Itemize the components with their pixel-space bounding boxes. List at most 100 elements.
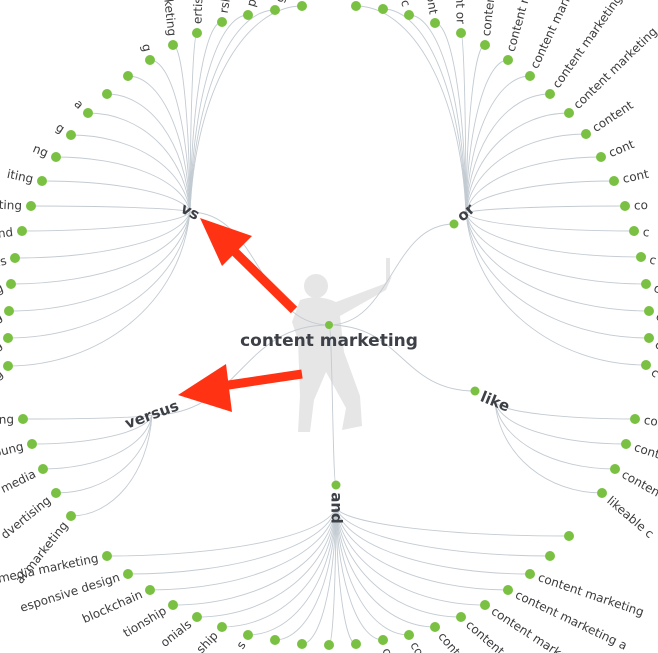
keyword-leaf-or[interactable]: c: [644, 306, 658, 325]
keyword-leaf-or[interactable]: co: [620, 198, 648, 213]
keyword-leaf-and[interactable]: [324, 640, 334, 650]
keyword-leaf-or[interactable]: content: [581, 98, 636, 139]
leaf-dot: [545, 551, 555, 561]
keyword-leaf-vs[interactable]: iting: [6, 167, 47, 186]
leaf-label: iting: [6, 167, 35, 186]
keyword-leaf-vs[interactable]: a: [71, 97, 93, 118]
leaf-dot: [430, 18, 440, 28]
leaf-label: ship: [194, 629, 221, 653]
keyword-leaf-vs[interactable]: s inbound: [0, 225, 27, 246]
leaf-label: cont: [422, 0, 440, 16]
keyword-leaf-or[interactable]: c: [644, 333, 658, 353]
keyword-leaf-or[interactable]: c: [636, 252, 658, 268]
leaf-dot: [4, 306, 14, 316]
branch-and[interactable]: and: [328, 480, 346, 524]
keyword-leaf-or[interactable]: content marke: [479, 0, 503, 50]
keyword-leaf-like[interactable]: cont: [621, 439, 658, 462]
keyword-leaf-vs[interactable]: g: [53, 120, 76, 140]
leaf-dot: [83, 108, 93, 118]
leaf-label: c: [652, 281, 658, 296]
leaf-link: [465, 156, 602, 214]
keyword-leaf-and[interactable]: co: [350, 639, 366, 653]
keyword-leaf-vs[interactable]: [297, 1, 307, 11]
keyword-leaf-vs[interactable]: [102, 89, 112, 99]
keyword-leaf-vs[interactable]: g: [270, 0, 288, 15]
leaf-dot: [641, 360, 651, 370]
leaf-label: cont: [621, 167, 650, 186]
keyword-leaf-vs[interactable]: ing: [0, 361, 13, 389]
keyword-leaf-vs[interactable]: marketing: [159, 0, 179, 50]
keyword-leaf-vs[interactable]: ng: [31, 141, 61, 162]
leaf-label: content or: [452, 0, 468, 24]
leaf-label: dvertising: [0, 493, 53, 542]
leaf-link: [494, 401, 603, 494]
leaf-link: [189, 21, 223, 213]
keyword-leaf-or[interactable]: content or: [452, 0, 468, 38]
keyword-leaf-and[interactable]: ship: [194, 622, 227, 653]
leaf-dot: [351, 639, 361, 649]
keyword-leaf-or[interactable]: c: [641, 360, 658, 380]
leaf-label: content: [619, 467, 658, 502]
keyword-leaf-like[interactable]: cont: [630, 413, 658, 430]
leaf-label: c: [642, 225, 650, 240]
keyword-leaf-versus[interactable]: oung: [0, 439, 37, 460]
leaf-link: [274, 507, 337, 641]
keyword-leaf-or[interactable]: c: [641, 279, 658, 296]
leaf-label: rship: [217, 0, 236, 14]
leaf-dot: [38, 464, 48, 474]
leaf-label: s inbound: [0, 225, 14, 246]
keyword-leaf-or[interactable]: content marketing: [564, 24, 658, 118]
leaf-link: [149, 59, 191, 213]
keyword-leaf-vs[interactable]: ertising: [190, 0, 206, 38]
leaf-link: [106, 93, 191, 213]
keyword-leaf-vs[interactable]: arketing: [0, 197, 36, 213]
keyword-leaf-or[interactable]: cont: [596, 137, 637, 162]
leaf-dot: [597, 488, 607, 498]
keyword-leaf-vs[interactable]: [123, 71, 133, 81]
leaf-link: [127, 507, 337, 575]
leaf-link: [21, 211, 191, 232]
leaf-dot: [641, 279, 651, 289]
leaf-label: co: [379, 646, 397, 653]
keyword-leaf-or[interactable]: c: [398, 0, 414, 20]
center-node[interactable]: content marketing: [240, 321, 418, 351]
leaf-label: g: [53, 120, 67, 136]
keyword-leaf-or[interactable]: [351, 1, 361, 11]
leaf-dot: [270, 635, 280, 645]
leaf-link: [465, 212, 642, 258]
leaf-dot: [145, 585, 155, 595]
keyword-leaf-and[interactable]: [545, 551, 555, 561]
leaf-label: c: [398, 0, 413, 8]
leaf-link: [189, 5, 303, 213]
keyword-leaf-and[interactable]: co: [378, 635, 397, 653]
leaf-dot: [644, 333, 654, 343]
keyword-leaf-or[interactable]: c: [629, 225, 650, 240]
keyword-leaf-and[interactable]: conte: [404, 630, 436, 653]
leaf-dot: [6, 279, 16, 289]
leaf-link: [494, 401, 636, 420]
keyword-leaf-or[interactable]: [378, 4, 388, 14]
keyword-leaf-or[interactable]: cont: [609, 167, 650, 186]
leaf-label: onials: [158, 617, 194, 650]
keyword-leaf-and[interactable]: s: [234, 630, 253, 652]
keyword-leaf-and[interactable]: [297, 639, 307, 649]
keyword-leaf-and[interactable]: [564, 531, 574, 541]
leaf-dot: [480, 600, 490, 610]
leaf-label: content marke: [479, 0, 503, 37]
leaf-label: a: [71, 97, 86, 112]
keyword-leaf-or[interactable]: content marketing: [525, 0, 587, 81]
keyword-leaf-versus[interactable]: ng: [0, 412, 28, 427]
keyword-leaf-like[interactable]: likeable c: [597, 488, 657, 541]
branch-versus[interactable]: versus: [122, 396, 181, 432]
keyword-leaf-vs[interactable]: pr: [243, 0, 261, 20]
keyword-leaf-vs[interactable]: g: [139, 42, 155, 65]
keyword-leaf-and[interactable]: [270, 635, 280, 645]
leaf-dot: [123, 569, 133, 579]
keyword-leaf-versus[interactable]: l media: [0, 464, 48, 499]
branch-label-versus: versus: [122, 396, 181, 432]
leaf-dot: [26, 201, 36, 211]
branch-like[interactable]: like: [470, 386, 513, 416]
leaf-link: [494, 401, 627, 445]
leaf-dot: [297, 1, 307, 11]
leaf-dot: [145, 55, 155, 65]
